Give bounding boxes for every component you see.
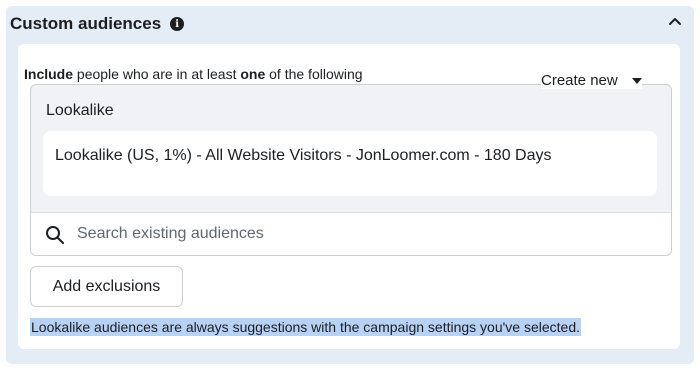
include-keyword: Include bbox=[24, 66, 74, 82]
search-input[interactable] bbox=[77, 222, 637, 246]
include-instruction: Include people who are in at least one o… bbox=[24, 66, 363, 82]
search-icon bbox=[46, 226, 64, 244]
caret-down-icon bbox=[631, 77, 642, 84]
lookalike-note: Lookalike audiences are always suggestio… bbox=[30, 318, 581, 336]
include-emphasis: one bbox=[240, 66, 266, 82]
create-new-dropdown[interactable]: Create new bbox=[541, 72, 642, 89]
panel-header[interactable]: Custom audiences i bbox=[10, 12, 185, 36]
included-audiences-box: Lookalike Lookalike (US, 1%) - All Websi… bbox=[30, 84, 672, 256]
chevron-up-icon[interactable] bbox=[668, 14, 682, 28]
include-suffix-text: of the following bbox=[265, 66, 363, 82]
include-middle-text: people who are in at least bbox=[73, 66, 241, 82]
audience-search[interactable] bbox=[31, 212, 671, 255]
add-exclusions-button[interactable]: Add exclusions bbox=[30, 266, 183, 307]
selected-audience-label: Lookalike (US, 1%) - All Website Visitor… bbox=[55, 147, 552, 164]
panel-title: Custom audiences bbox=[10, 14, 162, 33]
create-new-label: Create new bbox=[541, 72, 618, 89]
info-icon[interactable]: i bbox=[170, 17, 185, 31]
selected-audience-item[interactable]: Lookalike (US, 1%) - All Website Visitor… bbox=[43, 131, 657, 196]
audience-group-label: Lookalike bbox=[46, 102, 114, 119]
